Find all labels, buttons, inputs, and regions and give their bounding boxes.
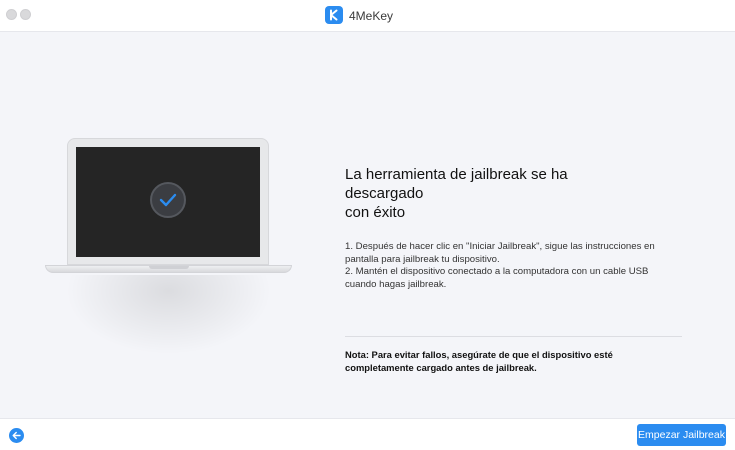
laptop-notch bbox=[149, 266, 189, 269]
step2-line1: 2. Mantén el dispositivo conectado a la … bbox=[345, 266, 649, 277]
back-button[interactable] bbox=[9, 428, 24, 443]
arrow-left-icon bbox=[12, 431, 21, 440]
start-jailbreak-button[interactable]: Empezar Jailbreak bbox=[637, 424, 726, 446]
divider bbox=[345, 336, 682, 337]
laptop-screen-frame bbox=[67, 138, 269, 265]
window-close-button[interactable] bbox=[6, 9, 17, 20]
main-content: La herramienta de jailbreak se ha descar… bbox=[0, 33, 735, 418]
window-minimize-button[interactable] bbox=[20, 9, 31, 20]
note: Nota: Para evitar fallos, asegúrate de q… bbox=[345, 348, 685, 374]
note-line2: completamente cargado antes de jailbreak… bbox=[345, 362, 537, 373]
page-title: La herramienta de jailbreak se ha descar… bbox=[345, 165, 645, 222]
laptop-base bbox=[45, 265, 292, 273]
step2-line2: cuando hagas jailbreak. bbox=[345, 278, 447, 290]
laptop-shadow bbox=[65, 275, 272, 355]
note-line1: Nota: Para evitar fallos, asegúrate de q… bbox=[345, 349, 613, 360]
title-bar: 4MeKey bbox=[0, 0, 735, 32]
page-title-line2: con éxito bbox=[345, 204, 406, 221]
step1-line1: 1. Después de hacer clic en "Iniciar Jai… bbox=[345, 241, 655, 252]
checkmark-icon bbox=[150, 182, 186, 218]
laptop-illustration bbox=[45, 138, 292, 368]
page-title-line1: La herramienta de jailbreak se ha descar… bbox=[345, 166, 568, 202]
step1-line2: pantalla para jailbreak tu dispositivo. bbox=[345, 253, 500, 265]
laptop-screen bbox=[76, 147, 260, 257]
app-title: 4MeKey bbox=[349, 9, 394, 23]
footer: Empezar Jailbreak bbox=[0, 418, 735, 450]
app-logo-icon bbox=[325, 6, 343, 24]
instructions: 1. Después de hacer clic en "Iniciar Jai… bbox=[345, 241, 685, 291]
